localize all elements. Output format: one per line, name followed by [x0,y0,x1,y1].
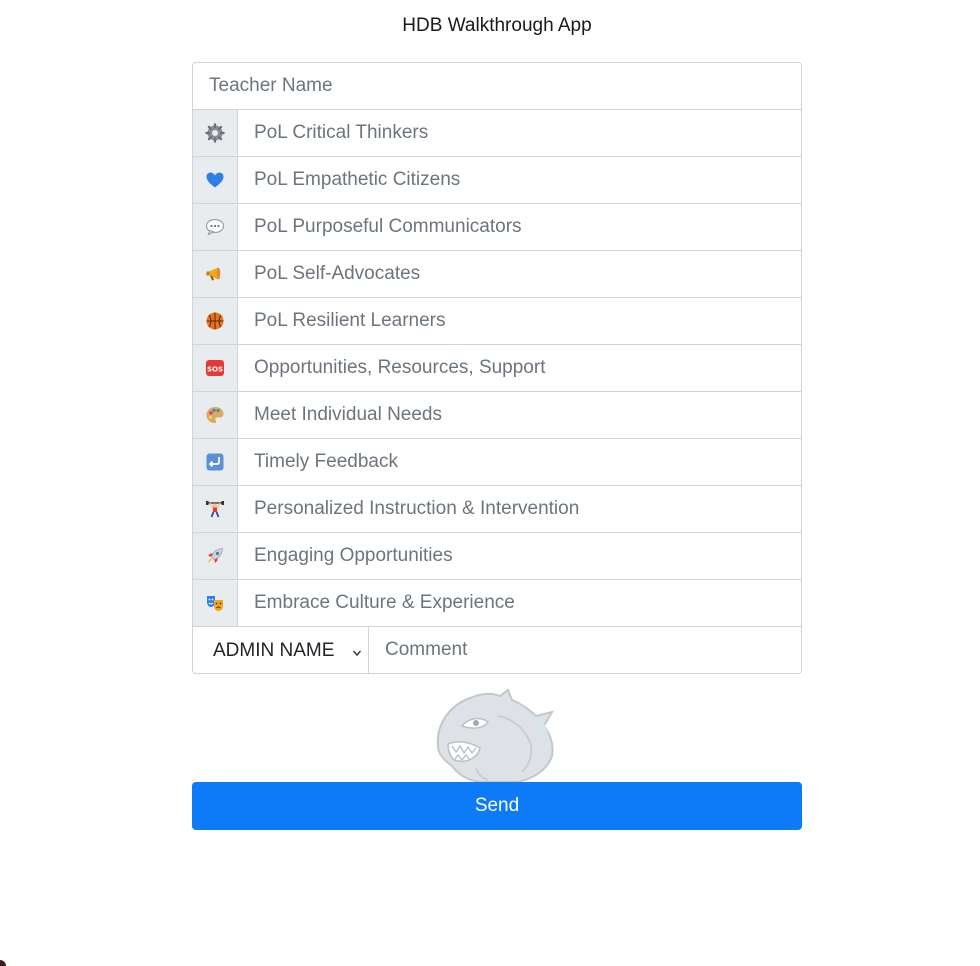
field-row-critical-thinkers [192,109,802,157]
purposeful-communicators-input[interactable] [237,203,802,251]
field-row-opportunities-resources-support: SOS [192,344,802,392]
blue-heart-icon [192,156,238,204]
field-row-purposeful-communicators [192,203,802,251]
chevron-down-icon [352,645,362,657]
weightlifter-icon [192,485,238,533]
empathetic-citizens-input[interactable] [237,156,802,204]
rocket-icon [192,532,238,580]
page: HDB Walkthrough App Teacher Name PoL Cri… [0,0,980,966]
opportunities-resources-support-input[interactable] [237,344,802,392]
comment-input[interactable] [368,626,802,674]
engaging-opportunities-input[interactable] [237,532,802,580]
field-row-empathetic-citizens [192,156,802,204]
app-title: HDB Walkthrough App [402,15,592,36]
speech-bubble-icon [192,203,238,251]
palette-icon [192,391,238,439]
panther-mascot-logo [418,686,560,784]
gear-icon [192,109,238,157]
field-row-meet-individual-needs [192,391,802,439]
sos-icon: SOS [192,344,238,392]
timely-feedback-input[interactable] [237,438,802,486]
field-row-resilient-learners [192,297,802,345]
teacher-name-input[interactable] [192,62,802,110]
embrace-culture-input[interactable] [237,579,802,627]
admin-comment-row: ADMIN NAME [192,626,802,674]
theater-masks-icon [192,579,238,627]
teacher-name-row [192,62,802,110]
admin-name-selected: ADMIN NAME [213,640,335,661]
self-advocates-input[interactable] [237,250,802,298]
critical-thinkers-input[interactable] [237,109,802,157]
field-row-personalized-instruction [192,485,802,533]
field-row-embrace-culture [192,579,802,627]
walkthrough-form: SOS [192,62,802,674]
window-corner [0,960,6,966]
megaphone-icon [192,250,238,298]
field-row-engaging-opportunities [192,532,802,580]
field-row-self-advocates [192,250,802,298]
personalized-instruction-input[interactable] [237,485,802,533]
meet-individual-needs-input[interactable] [237,391,802,439]
return-arrow-icon [192,438,238,486]
admin-name-select[interactable]: ADMIN NAME [192,626,369,674]
send-button[interactable]: Send [192,782,802,830]
svg-text:SOS: SOS [207,366,223,374]
resilient-learners-input[interactable] [237,297,802,345]
basketball-icon [192,297,238,345]
field-row-timely-feedback [192,438,802,486]
